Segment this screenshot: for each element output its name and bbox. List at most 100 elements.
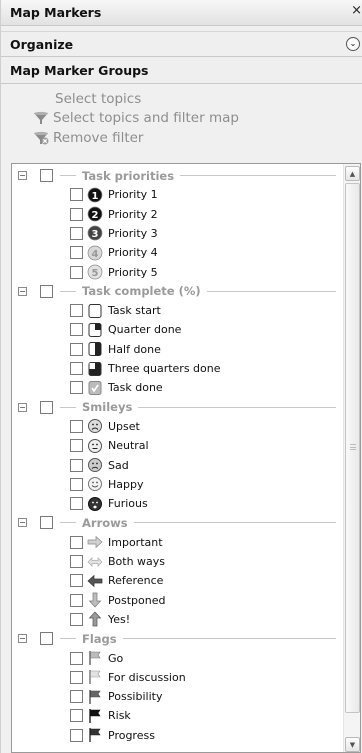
marker-label: For discussion bbox=[108, 670, 186, 684]
scroll-down-button[interactable]: ▼ bbox=[345, 737, 360, 752]
marker-checkbox[interactable] bbox=[70, 323, 83, 337]
marker-checkbox[interactable] bbox=[70, 226, 83, 240]
map-markers-pane: Map Markers × Organize ⌄ Map Marker Grou… bbox=[0, 0, 362, 753]
marker-row[interactable]: Risk bbox=[12, 706, 342, 725]
marker-row[interactable]: Furious bbox=[12, 494, 342, 513]
group-checkbox[interactable] bbox=[40, 516, 53, 530]
vertical-scrollbar[interactable]: ▲ ▼ bbox=[343, 164, 360, 752]
select-topics-link[interactable]: Select topics bbox=[55, 89, 141, 109]
marker-label: Important bbox=[108, 535, 163, 549]
marker-row[interactable]: For discussion bbox=[12, 668, 342, 687]
group-checkbox[interactable] bbox=[40, 284, 53, 298]
marker-row[interactable]: Neutral bbox=[12, 436, 342, 455]
scroll-up-button[interactable]: ▲ bbox=[345, 166, 360, 181]
select-and-filter-link[interactable]: Select topics and filter map bbox=[33, 108, 239, 128]
marker-row[interactable]: Yes! bbox=[12, 610, 342, 629]
select-and-filter-label: Select topics and filter map bbox=[53, 110, 239, 126]
marker-checkbox[interactable] bbox=[70, 246, 83, 260]
marker-row[interactable]: Both ways bbox=[12, 552, 342, 571]
group-checkbox[interactable] bbox=[40, 632, 53, 646]
marker-label: Half done bbox=[108, 342, 161, 356]
marker-checkbox[interactable] bbox=[70, 690, 83, 704]
task-start-icon bbox=[87, 303, 103, 319]
marker-row[interactable]: 3 Priority 3 bbox=[12, 224, 342, 243]
marker-label: Upset bbox=[108, 419, 140, 433]
marker-checkbox[interactable] bbox=[70, 709, 83, 723]
collapse-icon[interactable]: − bbox=[18, 518, 27, 528]
marker-row[interactable]: Postponed bbox=[12, 591, 342, 610]
furious-icon bbox=[87, 496, 103, 512]
marker-checkbox[interactable] bbox=[70, 207, 83, 221]
marker-checkbox[interactable] bbox=[70, 670, 83, 684]
marker-checkbox[interactable] bbox=[70, 458, 83, 472]
organize-header[interactable]: Organize ⌄ bbox=[1, 31, 362, 57]
marker-row[interactable]: Upset bbox=[12, 417, 342, 436]
group-label: Arrows bbox=[82, 515, 134, 530]
arrow-up-icon bbox=[87, 611, 103, 627]
marker-row[interactable]: Sad bbox=[12, 456, 342, 475]
marker-row[interactable]: Go bbox=[12, 649, 342, 668]
marker-row[interactable]: Task done bbox=[12, 378, 342, 397]
scroll-grip-icon bbox=[350, 444, 356, 450]
marker-checkbox[interactable] bbox=[70, 439, 83, 453]
marker-row[interactable]: 4 Priority 4 bbox=[12, 243, 342, 262]
marker-checkbox[interactable] bbox=[70, 535, 83, 549]
marker-label: Reference bbox=[108, 574, 164, 588]
marker-label: Priority 1 bbox=[108, 188, 158, 202]
chevron-down-icon[interactable]: ⌄ bbox=[346, 37, 360, 51]
group-checkbox[interactable] bbox=[40, 400, 53, 414]
marker-checkbox[interactable] bbox=[70, 419, 83, 433]
collapse-icon[interactable]: − bbox=[18, 286, 27, 296]
remove-filter-icon bbox=[34, 131, 49, 145]
marker-checkbox[interactable] bbox=[70, 381, 83, 395]
marker-checkbox[interactable] bbox=[70, 651, 83, 665]
marker-checkbox[interactable] bbox=[70, 342, 83, 356]
group-row: − Task priorities bbox=[12, 166, 342, 185]
group-divider bbox=[60, 406, 76, 408]
collapse-icon[interactable]: − bbox=[18, 402, 27, 412]
marker-row[interactable]: Progress bbox=[12, 726, 342, 745]
close-icon[interactable]: × bbox=[351, 3, 362, 18]
marker-row[interactable]: 1 Priority 1 bbox=[12, 185, 342, 204]
marker-row[interactable]: Half done bbox=[12, 340, 342, 359]
group-row: − Flags bbox=[12, 629, 342, 648]
marker-checkbox[interactable] bbox=[70, 593, 83, 607]
marker-checkbox[interactable] bbox=[70, 265, 83, 279]
marker-checkbox[interactable] bbox=[70, 555, 83, 568]
marker-label: Priority 3 bbox=[108, 226, 158, 240]
marker-row[interactable]: Quarter done bbox=[12, 320, 342, 339]
group-divider bbox=[60, 290, 76, 292]
marker-row[interactable]: Task start bbox=[12, 301, 342, 320]
marker-row[interactable]: Reference bbox=[12, 571, 342, 590]
marker-checkbox[interactable] bbox=[70, 304, 83, 318]
task-done-icon bbox=[87, 380, 103, 396]
marker-checkbox[interactable] bbox=[70, 612, 83, 626]
marker-row[interactable]: Three quarters done bbox=[12, 359, 342, 378]
marker-label: Furious bbox=[108, 497, 148, 511]
collapse-icon[interactable]: − bbox=[18, 634, 27, 644]
marker-checkbox[interactable] bbox=[70, 362, 83, 375]
group-checkbox[interactable] bbox=[40, 169, 53, 182]
priority-3-icon: 3 bbox=[87, 225, 103, 241]
marker-checkbox[interactable] bbox=[70, 574, 83, 588]
arrow-both-icon bbox=[87, 554, 103, 570]
marker-checkbox[interactable] bbox=[70, 497, 83, 511]
priority-5-icon: 5 bbox=[87, 264, 103, 280]
marker-groups-list[interactable]: − Task priorities 1 Priority 1 2 Priority 23P… bbox=[11, 163, 361, 753]
marker-label: Neutral bbox=[108, 439, 149, 453]
marker-checkbox[interactable] bbox=[70, 188, 83, 202]
marker-row[interactable]: 2 Priority 2 bbox=[12, 205, 342, 224]
collapse-icon[interactable]: − bbox=[18, 171, 27, 180]
marker-row[interactable]: Possibility bbox=[12, 687, 342, 706]
marker-checkbox[interactable] bbox=[70, 728, 83, 742]
marker-checkbox[interactable] bbox=[70, 477, 83, 491]
flag-possibility-icon bbox=[87, 689, 103, 705]
scroll-thumb[interactable] bbox=[345, 183, 360, 713]
marker-row[interactable]: Important bbox=[12, 533, 342, 552]
marker-row[interactable]: Happy bbox=[12, 475, 342, 494]
upset-icon bbox=[87, 418, 103, 434]
marker-label: Possibility bbox=[108, 690, 163, 704]
remove-filter-link[interactable]: Remove filter bbox=[33, 128, 143, 148]
marker-row[interactable]: 5 Priority 5 bbox=[12, 263, 342, 282]
svg-text:4: 4 bbox=[92, 249, 99, 260]
